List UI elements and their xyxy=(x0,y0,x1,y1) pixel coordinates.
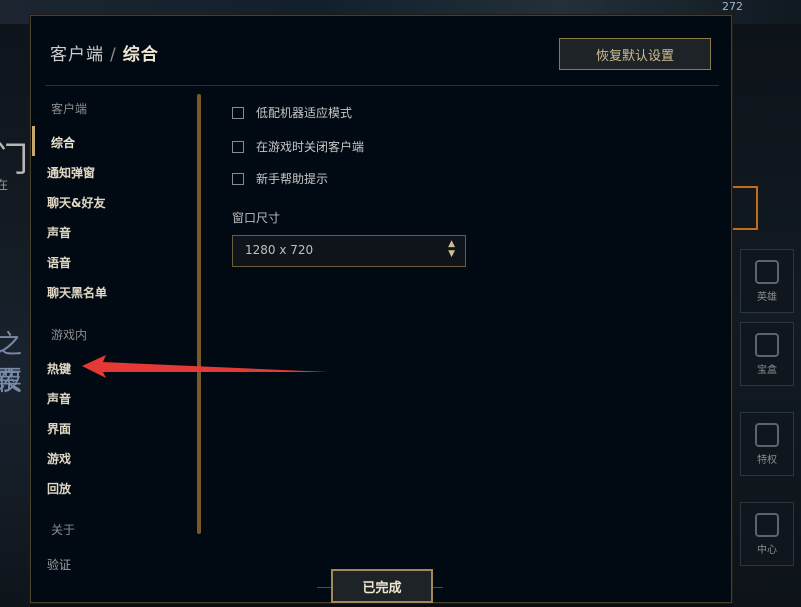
checkbox-low-spec-mode[interactable]: 低配机器适应模式 xyxy=(232,104,352,121)
breadcrumb: 客户端 / 综合 xyxy=(50,40,159,65)
window-size-label: 窗口尺寸 xyxy=(232,211,281,225)
sidebar-section-client: 客户端 xyxy=(51,102,88,116)
background-side-panel: 中心 xyxy=(740,502,794,566)
sidebar-item-chat-friends[interactable]: 聊天&好友 xyxy=(47,194,105,211)
checkbox-label: 在游戏时关闭客户端 xyxy=(256,140,365,154)
settings-dialog: 客户端 / 综合 恢复默认设置 客户端 综合 通知弹窗 聊天&好友 声音 语音 聊天… xyxy=(30,15,732,603)
sidebar-section-ingame: 游戏内 xyxy=(51,328,88,342)
privilege-icon xyxy=(755,423,779,447)
sidebar-item-verify[interactable]: 验证 xyxy=(47,556,71,573)
checkbox-close-client-ingame[interactable]: 在游戏时关闭客户端 xyxy=(232,138,364,155)
sidebar-item-ingame-sound[interactable]: 声音 xyxy=(47,390,71,407)
checkbox-box[interactable] xyxy=(232,106,244,119)
done-button[interactable]: 已完成 xyxy=(331,569,433,603)
breadcrumb-parent: 客户端 xyxy=(50,45,104,65)
sidebar-section-about: 关于 xyxy=(51,523,76,537)
sidebar-scrollbar[interactable] xyxy=(197,94,201,534)
sidebar-item-hotkeys[interactable]: 热键 xyxy=(47,360,71,377)
background-right-panel: 英雄 宝盒 特权 中心 xyxy=(732,24,801,607)
sidebar-item-interface[interactable]: 界面 xyxy=(47,420,71,437)
sidebar-item-general[interactable]: 综合 xyxy=(51,134,75,151)
background-left-subtext: 在 xyxy=(0,178,9,192)
window-size-select[interactable]: 1280 x 720 ▲ ▼ xyxy=(232,235,466,267)
sidebar-item-voice[interactable]: 语音 xyxy=(47,254,71,271)
champion-icon xyxy=(755,260,779,284)
breadcrumb-separator: / xyxy=(110,45,117,65)
sidebar-item-client-sound[interactable]: 声音 xyxy=(47,224,71,241)
center-icon xyxy=(755,513,779,537)
chest-icon xyxy=(755,333,779,357)
title-divider xyxy=(45,85,719,86)
active-indicator xyxy=(32,126,35,156)
background-side-panel: 宝盒 xyxy=(740,322,794,386)
background-left-banner-text-2: 票 xyxy=(0,366,23,396)
select-arrows-icon: ▲ ▼ xyxy=(448,239,455,259)
background-side-panel: 特权 xyxy=(740,412,794,476)
checkbox-newbie-tips[interactable]: 新手帮助提示 xyxy=(232,170,328,187)
sidebar-item-game[interactable]: 游戏 xyxy=(47,450,71,467)
sidebar-item-notifications[interactable]: 通知弹窗 xyxy=(47,164,95,181)
breadcrumb-current: 综合 xyxy=(122,45,159,65)
window-size-value: 1280 x 720 xyxy=(245,243,314,257)
restore-defaults-button[interactable]: 恢复默认设置 xyxy=(559,38,711,70)
checkbox-box[interactable] xyxy=(232,140,244,153)
checkbox-label: 低配机器适应模式 xyxy=(256,106,353,120)
background-left-text: 门 xyxy=(0,140,28,180)
background-count: 272 xyxy=(722,0,743,13)
checkbox-box[interactable] xyxy=(232,172,244,185)
background-side-panel: 英雄 xyxy=(740,249,794,313)
sidebar-item-chat-blacklist[interactable]: 聊天黑名单 xyxy=(47,284,107,301)
sidebar-item-replay[interactable]: 回放 xyxy=(47,480,71,497)
background-left-panel: 门 在 之夜 票 xyxy=(0,24,30,607)
checkbox-label: 新手帮助提示 xyxy=(256,172,329,186)
background-highlight-box xyxy=(730,186,758,230)
